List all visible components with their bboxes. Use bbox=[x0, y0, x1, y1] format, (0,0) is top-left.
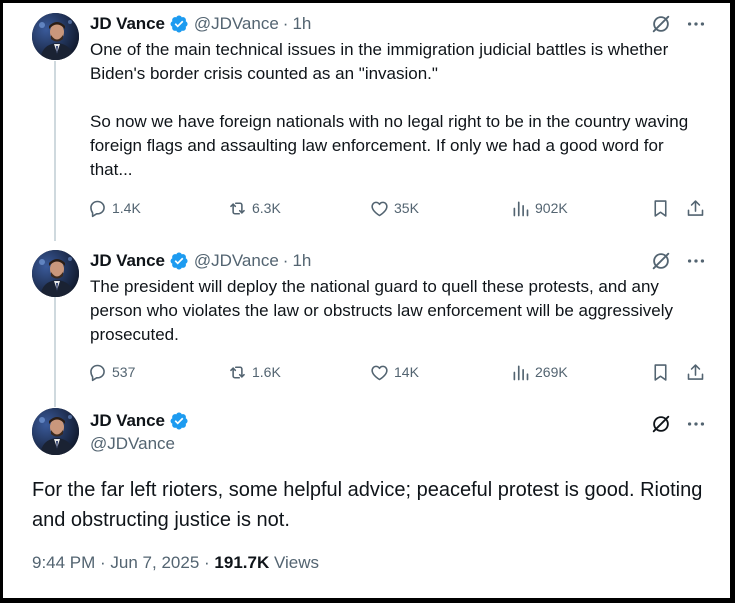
like-icon bbox=[371, 365, 388, 380]
main-tweet-text: For the far left rioters, some helpful a… bbox=[32, 479, 703, 531]
conversation-frame: JD Vance @JDVance · 1h One of the main t… bbox=[3, 3, 730, 598]
handle[interactable]: @JDVance bbox=[90, 434, 175, 454]
separator: · bbox=[282, 14, 289, 33]
share-icon[interactable] bbox=[683, 359, 707, 385]
display-name[interactable]: JD Vance bbox=[90, 14, 165, 34]
tweet-header: JD Vance @JDVance · 1h bbox=[90, 249, 311, 273]
post-time[interactable]: 9:44 PM · Jun 7, 2025 bbox=[32, 553, 199, 572]
reply-icon bbox=[90, 200, 105, 217]
grok-icon[interactable] bbox=[650, 13, 672, 35]
bookmark-icon[interactable] bbox=[648, 195, 672, 221]
thread-line bbox=[54, 61, 56, 241]
repost-count: 6.3K bbox=[252, 200, 281, 216]
more-icon[interactable] bbox=[685, 413, 707, 435]
more-icon[interactable] bbox=[685, 13, 707, 35]
repost-count: 1.6K bbox=[252, 364, 281, 380]
like-count: 14K bbox=[394, 364, 419, 380]
display-name[interactable]: JD Vance bbox=[90, 251, 165, 271]
verified-badge-icon bbox=[169, 411, 189, 431]
share-icon[interactable] bbox=[683, 195, 707, 221]
views-label: Views bbox=[273, 553, 320, 572]
repost-button[interactable]: 6.3K bbox=[227, 195, 281, 221]
display-name[interactable]: JD Vance bbox=[90, 411, 165, 431]
like-button[interactable]: 14K bbox=[369, 359, 419, 385]
views-count: 191.7K bbox=[214, 553, 270, 572]
handle[interactable]: @JDVance bbox=[194, 14, 279, 34]
grok-icon[interactable] bbox=[650, 413, 672, 435]
separator: · bbox=[204, 553, 210, 572]
repost-button[interactable]: 1.6K bbox=[227, 359, 281, 385]
avatar[interactable] bbox=[32, 408, 79, 455]
action-bar: 1.4K 6.3K 35K 902K bbox=[87, 195, 717, 221]
views-icon bbox=[513, 365, 529, 380]
bookmark-icon[interactable] bbox=[648, 359, 672, 385]
tweet-1[interactable]: JD Vance @JDVance · 1h One of the main t… bbox=[3, 3, 730, 241]
reply-button[interactable]: 537 bbox=[87, 359, 135, 385]
grok-icon[interactable] bbox=[650, 250, 672, 272]
like-count: 35K bbox=[394, 200, 419, 216]
repost-icon bbox=[230, 365, 245, 379]
action-bar: 537 1.6K 14K 269K bbox=[87, 359, 717, 385]
verified-badge-icon bbox=[169, 251, 189, 271]
repost-icon bbox=[230, 201, 245, 215]
reply-count: 1.4K bbox=[112, 200, 141, 216]
separator: · bbox=[282, 251, 289, 270]
timestamp[interactable]: 1h bbox=[292, 14, 311, 34]
views-count: 269K bbox=[535, 364, 568, 380]
more-icon[interactable] bbox=[685, 250, 707, 272]
tweet-2[interactable]: JD Vance @JDVance · 1h The president wil… bbox=[3, 239, 730, 407]
verified-badge-icon bbox=[169, 14, 189, 34]
like-icon bbox=[371, 201, 388, 216]
like-button[interactable]: 35K bbox=[369, 195, 419, 221]
timestamp[interactable]: 1h bbox=[292, 251, 311, 271]
views-button[interactable]: 902K bbox=[510, 195, 568, 221]
reply-button[interactable]: 1.4K bbox=[87, 195, 141, 221]
handle[interactable]: @JDVance bbox=[194, 251, 279, 271]
reply-count: 537 bbox=[112, 364, 136, 380]
avatar[interactable] bbox=[32, 13, 79, 60]
main-tweet-header: JD Vance bbox=[90, 409, 189, 433]
tweet-text: The president will deploy the national g… bbox=[90, 277, 678, 344]
views-button[interactable]: 269K bbox=[510, 359, 568, 385]
thread-line bbox=[54, 297, 56, 407]
views-icon bbox=[513, 201, 529, 216]
tweet-text: One of the main technical issues in the … bbox=[90, 40, 689, 179]
avatar[interactable] bbox=[32, 250, 79, 297]
tweet-meta: 9:44 PM · Jun 7, 2025 · 191.7K Views bbox=[32, 553, 319, 573]
views-count: 902K bbox=[535, 200, 568, 216]
tweet-header: JD Vance @JDVance · 1h bbox=[90, 12, 311, 36]
reply-icon bbox=[90, 364, 105, 381]
